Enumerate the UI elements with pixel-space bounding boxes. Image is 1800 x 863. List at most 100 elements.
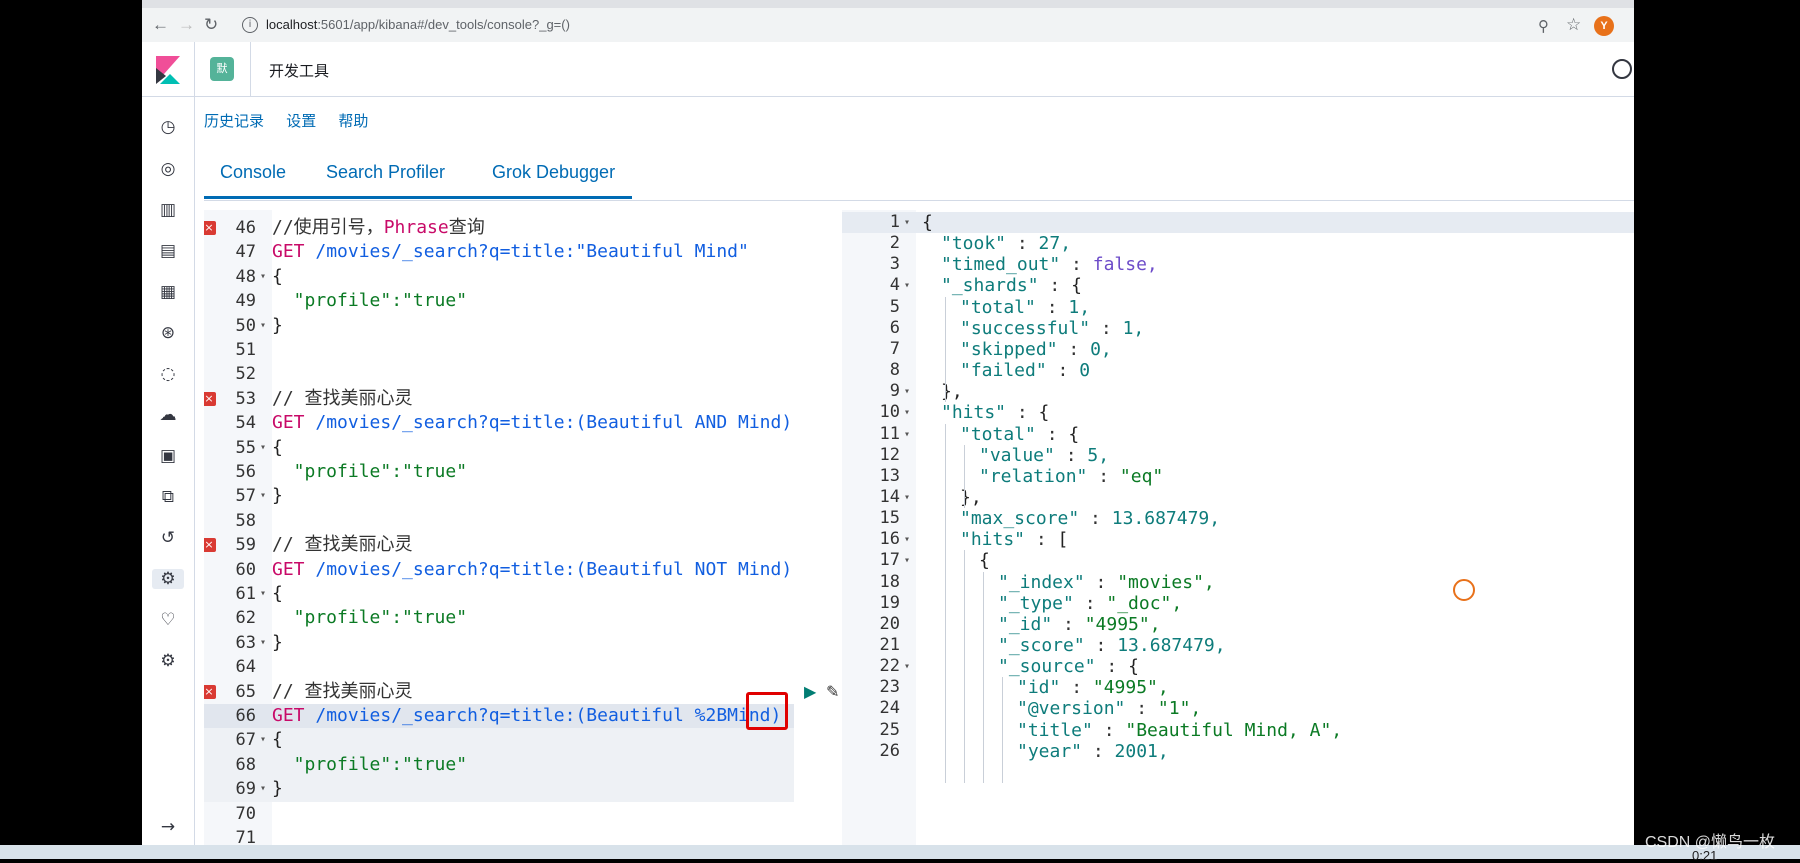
json-text: "max_score" : 13.687479, xyxy=(960,508,1220,529)
mouse-cursor-indicator xyxy=(1453,579,1475,601)
wrench-icon[interactable]: ✎ xyxy=(826,682,839,702)
tab-console[interactable]: Console xyxy=(220,162,286,183)
comment-text: 查询 xyxy=(448,217,485,238)
indent-guide xyxy=(945,423,946,784)
json-text: "value" : 5, xyxy=(979,445,1109,466)
comment-text: //使用引号， xyxy=(272,217,384,238)
fold-toggle-icon[interactable]: ▾ xyxy=(904,656,910,677)
menu-settings[interactable]: 设置 xyxy=(286,113,316,130)
fold-toggle-icon[interactable]: ▾ xyxy=(904,550,910,571)
menu-help[interactable]: 帮助 xyxy=(338,113,368,130)
kibana-logo-icon[interactable] xyxy=(156,56,180,84)
zoom-icon[interactable]: ⚲ xyxy=(1538,17,1549,35)
fold-toggle-icon[interactable]: ▾ xyxy=(260,777,266,801)
request-url: /movies/_search?q=title:(Beautiful NOT M… xyxy=(315,558,793,580)
clock-icon[interactable]: ◷ xyxy=(158,117,178,137)
code-line: 66 GET /movies/_search?q=title:(Beautiful… xyxy=(204,704,794,728)
line-number: 10 xyxy=(879,402,900,423)
line-number: 6 xyxy=(889,317,900,338)
line-number: 69 xyxy=(235,779,256,800)
json-colon: : xyxy=(1073,592,1107,614)
fold-toggle-icon[interactable]: ▾ xyxy=(260,314,266,338)
json-key: "id" xyxy=(1017,677,1061,699)
logs-icon[interactable]: ▣ xyxy=(158,446,178,466)
dev-tools-icon[interactable]: ⚙ xyxy=(152,569,184,589)
maps-icon[interactable]: ⊛ xyxy=(158,323,178,343)
http-method: GET xyxy=(272,558,316,580)
monitoring-icon[interactable]: ♡ xyxy=(158,610,178,630)
json-text: "successful" : 1, xyxy=(960,318,1144,339)
line-number: 16 xyxy=(879,529,900,550)
dashboard-icon[interactable]: ▤ xyxy=(158,241,178,261)
run-request-play-icon[interactable]: ▶ xyxy=(804,682,816,702)
collapse-arrow-icon[interactable]: → xyxy=(158,817,178,837)
json-colon: : xyxy=(1057,338,1091,360)
json-key: "_source" xyxy=(998,656,1096,678)
fold-toggle-icon[interactable]: ▾ xyxy=(904,402,910,423)
line-number: 50 xyxy=(235,315,256,336)
space-badge[interactable]: 默 xyxy=(210,57,234,81)
help-icon[interactable] xyxy=(1612,59,1632,79)
line-number: 15 xyxy=(879,508,900,529)
infra-icon[interactable]: ☁ xyxy=(158,405,178,425)
code-line: 50 ▾} xyxy=(204,314,794,338)
forward-icon[interactable]: → xyxy=(178,16,195,34)
management-gear-icon[interactable]: ⚙ xyxy=(158,651,178,671)
line-number: 70 xyxy=(235,803,256,824)
fold-toggle-icon[interactable]: ▾ xyxy=(260,484,266,508)
fold-toggle-icon[interactable]: ▾ xyxy=(904,529,910,550)
json-colon: : xyxy=(1006,402,1039,424)
line-number: 56 xyxy=(235,462,256,482)
response-editor[interactable]: 1 ▾{2 "took" : 27, 3 "timed_out" : false, 4 ▾ "… xyxy=(842,210,1634,845)
json-value: false, xyxy=(1092,254,1158,276)
fold-toggle-icon[interactable]: ▾ xyxy=(904,424,910,445)
ml-icon[interactable]: ◌ xyxy=(158,364,178,384)
menu-history[interactable]: 历史记录 xyxy=(204,113,264,130)
json-key: "total" xyxy=(960,423,1036,445)
bookmark-star-icon[interactable]: ☆ xyxy=(1566,15,1581,35)
apm-icon[interactable]: ⧉ xyxy=(158,487,178,507)
json-key: "_id" xyxy=(998,613,1053,635)
fold-toggle-icon[interactable]: ▾ xyxy=(260,631,266,655)
tab-grok-debugger[interactable]: Grok Debugger xyxy=(492,162,615,183)
discover-compass-icon[interactable]: ◎ xyxy=(158,159,178,179)
json-key: "hits" xyxy=(960,529,1026,551)
code-line: 55 ▾ { xyxy=(204,436,794,460)
left-nav: ◷ ◎ ▥ ▤ ▦ ⊛ ◌ ☁ ▣ ⧉ ↺ ⚙ ♡ ⚙ → xyxy=(142,97,195,845)
fold-toggle-icon[interactable]: ▾ xyxy=(904,212,910,233)
info-icon[interactable]: i xyxy=(242,17,258,33)
line-number: 25 xyxy=(879,719,900,740)
dev-tools-tabs: Console Search Profiler Grok Debugger xyxy=(204,148,1634,201)
json-text: "failed" : 0 xyxy=(960,360,1090,381)
fold-toggle-icon[interactable]: ▾ xyxy=(904,487,910,508)
code-line: 62 "profile":"true" xyxy=(204,606,794,630)
code-line: 60 GET /movies/_search?q=title:(Beautiful… xyxy=(204,558,794,582)
fold-toggle-icon[interactable]: ▾ xyxy=(904,275,910,296)
line-number: 14 xyxy=(879,486,900,507)
json-value: 1, xyxy=(1068,296,1091,318)
code-line: 46 ×//使用引号，Phrase查询 xyxy=(204,216,794,240)
json-value: "4995", xyxy=(1092,677,1169,699)
profile-avatar[interactable]: Y xyxy=(1594,16,1614,36)
request-url: /movies/_search?q=title:(Beautiful %2BMi… xyxy=(315,705,782,726)
line-number: 49 xyxy=(235,291,256,312)
fold-toggle-icon[interactable]: ▾ xyxy=(260,728,266,752)
tab-search-profiler[interactable]: Search Profiler xyxy=(326,162,445,183)
fold-toggle-icon[interactable]: ▾ xyxy=(260,582,266,606)
uptime-icon[interactable]: ↺ xyxy=(158,528,178,548)
back-icon[interactable]: ← xyxy=(152,16,169,34)
fold-toggle-icon[interactable]: ▾ xyxy=(260,436,266,460)
fold-toggle-icon[interactable]: ▾ xyxy=(260,265,266,289)
visualize-icon[interactable]: ▥ xyxy=(158,200,178,220)
line-number: 66 xyxy=(235,706,256,726)
line-number: 71 xyxy=(235,828,256,845)
reload-icon[interactable]: ↻ xyxy=(204,16,218,34)
code-text: { xyxy=(272,265,283,287)
address-bar[interactable]: i localhost:5601/app/kibana#/dev_tools/c… xyxy=(236,12,1586,38)
json-key: "value" xyxy=(979,444,1055,466)
code-text: } xyxy=(272,778,283,800)
fold-toggle-icon[interactable]: ▾ xyxy=(904,381,910,402)
canvas-icon[interactable]: ▦ xyxy=(158,282,178,302)
json-value: 0 xyxy=(1079,360,1091,382)
code-text: GET /movies/_search?q=title:"Beautiful M… xyxy=(272,240,749,264)
